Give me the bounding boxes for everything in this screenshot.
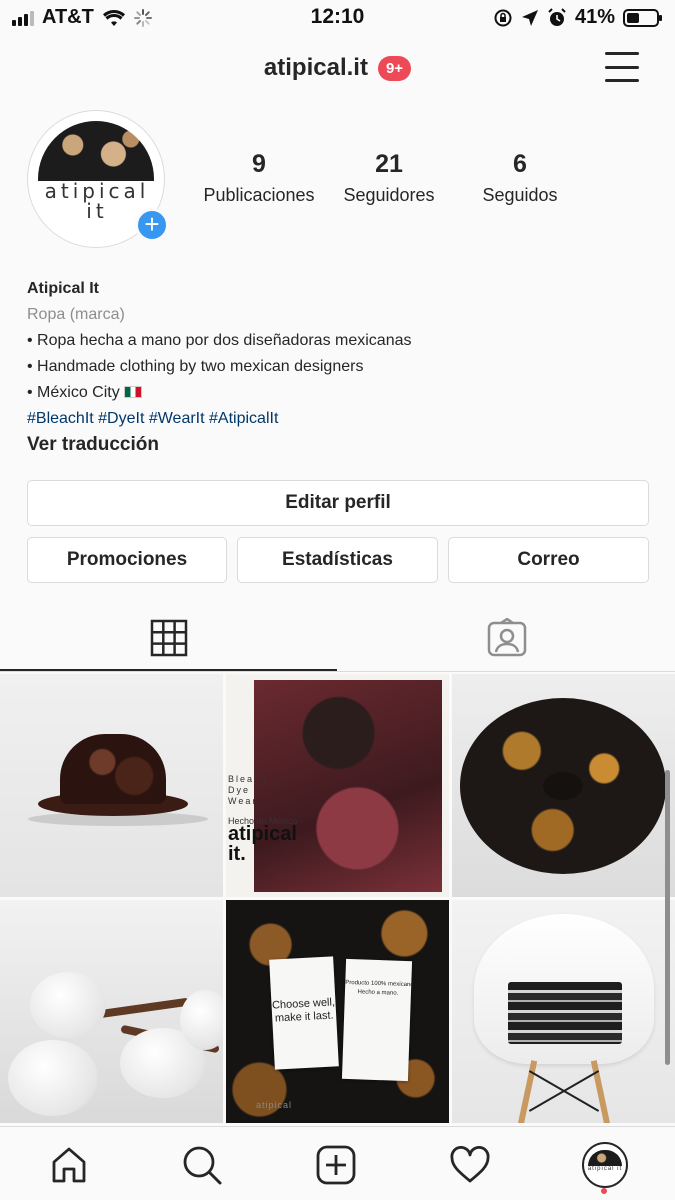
nav-home[interactable]: [39, 1137, 99, 1193]
stat-followers-value: 21: [375, 150, 403, 178]
nav-profile[interactable]: atipical it: [575, 1137, 635, 1193]
bio-line-city: • México City: [27, 380, 647, 406]
status-right: 41%: [493, 6, 663, 29]
stat-posts-value: 9: [252, 150, 266, 178]
profile-avatar-icon: atipical it: [582, 1142, 628, 1188]
tab-grid[interactable]: [0, 605, 337, 671]
add-story-button[interactable]: +: [135, 208, 169, 242]
see-translation-link[interactable]: Ver traducción: [27, 432, 647, 458]
profile-name: Atipical It: [27, 280, 100, 297]
post-tile-4[interactable]: [0, 900, 223, 1123]
avatar-dye-pattern: [38, 121, 154, 181]
active-tab-indicator: [0, 669, 337, 671]
post-tile-1[interactable]: [0, 674, 223, 897]
bio-line: • Handmade clothing by two mexican desig…: [27, 358, 364, 375]
stat-following-value: 6: [513, 150, 527, 178]
new-post-icon: [316, 1145, 356, 1185]
post-overlay-brand: atipical it.: [228, 823, 297, 865]
profile-bio: Atipical It Ropa (marca) • Ropa hecha a …: [27, 276, 647, 458]
notification-badge[interactable]: 9+: [377, 55, 412, 81]
scrollbar[interactable]: [665, 770, 670, 1065]
profile-category: Ropa (marca): [27, 306, 125, 323]
tagged-person-icon: [487, 618, 526, 657]
post-footer-logo: atipical: [256, 1100, 293, 1110]
bucket-hat-image: [28, 734, 208, 826]
stat-followers-label: Seguidores: [343, 185, 435, 205]
status-bar: AT&T 12:10 41%: [0, 0, 675, 36]
clothing-tag-2: Producto 100% mexicano. Hecho a mano.: [341, 958, 415, 1082]
post-tile-3[interactable]: [452, 674, 675, 897]
post-tile-2[interactable]: Bleach Dye Wear Hecho en México atipical…: [226, 674, 449, 897]
edit-profile-button[interactable]: Editar perfil: [27, 480, 649, 526]
mexico-flag-icon: [124, 386, 143, 398]
profile-header: atipical.it 9+: [0, 44, 675, 96]
nav-new-post[interactable]: [306, 1137, 366, 1193]
stat-following-label: Seguidos: [482, 185, 558, 205]
alarm-icon: [548, 7, 566, 26]
nav-activity[interactable]: [440, 1137, 500, 1193]
post-overlay-small-text: Bleach Dye Wear: [228, 774, 268, 806]
battery-percent: 41%: [574, 6, 615, 28]
tab-tagged[interactable]: [338, 605, 675, 671]
tabs-divider: [0, 671, 675, 672]
stat-posts[interactable]: 9 Publicaciones: [196, 150, 322, 206]
email-button[interactable]: Correo: [448, 537, 649, 583]
battery-icon: [623, 8, 662, 27]
profile-notification-dot: [601, 1188, 607, 1194]
bio-line: • Ropa hecha a mano por dos diseñadoras …: [27, 332, 412, 349]
promotions-button[interactable]: Promociones: [27, 537, 227, 583]
grid-icon: [150, 619, 187, 657]
location-arrow-icon: [521, 9, 538, 26]
nav-search[interactable]: [172, 1137, 232, 1193]
username[interactable]: atipical.it: [264, 54, 368, 82]
scrunchie-image: [460, 698, 666, 874]
account-switcher[interactable]: atipical.it 9+: [0, 54, 675, 82]
clothing-tag-1: Choose well, make it last.: [269, 956, 339, 1070]
stat-posts-label: Publicaciones: [203, 185, 315, 205]
insights-button[interactable]: Estadísticas: [237, 537, 438, 583]
bottom-navigation: atipical it: [0, 1126, 675, 1200]
stat-followers[interactable]: 21 Seguidores: [332, 150, 446, 206]
post-tile-6[interactable]: [452, 900, 675, 1123]
post-tile-5[interactable]: Choose well, make it last. Producto 100%…: [226, 900, 449, 1123]
rotation-lock-icon: [494, 9, 512, 26]
activity-heart-icon: [450, 1146, 490, 1183]
home-icon: [52, 1147, 86, 1183]
stat-following[interactable]: 6 Seguidos: [470, 150, 570, 206]
hamburger-menu-icon[interactable]: [605, 52, 639, 82]
folded-clothes-image: [508, 982, 622, 1044]
bio-hashtags[interactable]: #BleachIt #DyeIt #WearIt #AtipicalIt: [27, 406, 647, 432]
search-icon: [183, 1146, 222, 1185]
